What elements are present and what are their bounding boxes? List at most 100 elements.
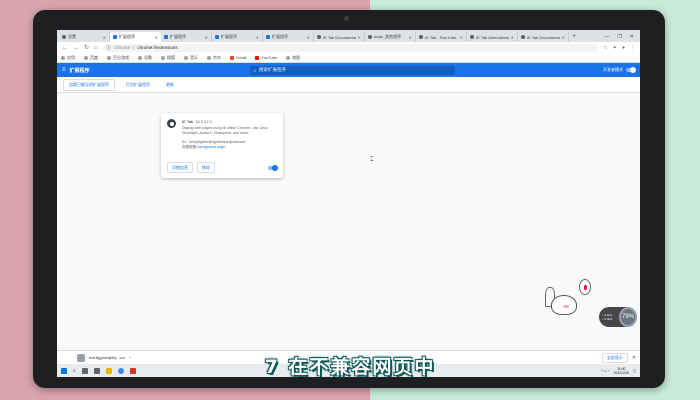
close-icon[interactable]: ✕ xyxy=(205,35,208,40)
bookmark-music[interactable]: 音乐 xyxy=(184,55,198,61)
bookmark-youtube[interactable]: YouTube xyxy=(255,55,277,60)
extensions-puzzle-icon[interactable]: ✦ xyxy=(613,45,617,51)
tab-ietab-run[interactable]: IE Tab - Run Inter... ✕ xyxy=(416,32,467,42)
bookmark-icon xyxy=(84,55,88,60)
bookmark-sohu[interactable]: 搜狐 xyxy=(161,55,175,61)
network-speed-widget: ↑ 0.1k/s ↓ 0.4k/s 79% xyxy=(599,307,637,327)
browser-toolbar: ← → ↻ ⌂ ⓘ Chrome | chrome://extensions ☆… xyxy=(57,42,640,53)
toolbar-icons: ☆ ✦ ● ⋮ xyxy=(603,45,635,51)
speed-readout: ↑ 0.1k/s ↓ 0.4k/s xyxy=(602,313,612,321)
tablet-device: 设置 ✕ 扩展程序 ✕ 扩展程序 ✕ 扩展程序 ✕ 扩展程序 ✕ IE Tab Docum… xyxy=(33,10,665,388)
remove-button[interactable]: 移除 xyxy=(197,162,215,173)
extension-enable-toggle[interactable] xyxy=(268,164,278,171)
address-separator: | xyxy=(133,45,135,50)
tab-strip: 设置 ✕ 扩展程序 ✕ 扩展程序 ✕ 扩展程序 ✕ 扩展程序 ✕ IE Tab Docum… xyxy=(57,30,640,42)
mascot-sticker xyxy=(537,279,597,321)
new-tab-button[interactable]: + xyxy=(569,32,579,42)
site-icon xyxy=(419,35,423,39)
site-icon xyxy=(521,35,525,39)
tab-ietab-docs-2[interactable]: IE Tab Documentati...✕ xyxy=(518,32,569,42)
address-url: chrome://extensions xyxy=(137,45,178,50)
pack-extension-button[interactable]: 打包扩展程序 xyxy=(121,79,155,90)
maximize-button[interactable]: ❐ xyxy=(617,34,621,40)
forward-icon[interactable]: → xyxy=(73,45,79,51)
chrome-info-icon: ⓘ xyxy=(106,44,112,50)
extension-description: Display web pages using IE within Chrome… xyxy=(182,126,269,135)
tab-ietab-alternatives[interactable]: IE Tab Alternatives ✕ xyxy=(467,32,518,42)
bookmark-games[interactable]: 百分游戏 xyxy=(107,55,129,61)
more-menu-icon[interactable]: ⋮ xyxy=(630,45,635,51)
close-icon[interactable]: ✕ xyxy=(256,35,259,40)
bookmark-icon xyxy=(161,55,165,60)
card-footer: 详细信息 移除 xyxy=(167,162,278,173)
maps-icon xyxy=(286,55,291,60)
memory-percent: 79% xyxy=(619,307,637,327)
camera-dot xyxy=(344,16,349,21)
search-placeholder: 搜索扩展程序 xyxy=(259,67,287,72)
gear-icon xyxy=(62,35,66,39)
search-icon: ⌕ xyxy=(253,67,257,73)
close-icon[interactable]: ✕ xyxy=(307,35,310,40)
bookmark-icon xyxy=(138,55,142,60)
extension-version: 16.3.22.1 xyxy=(195,119,212,124)
card-header: IE Tab 16.3.22.1 Display web pages using … xyxy=(167,119,277,136)
bookmark-apps[interactable]: 应用 xyxy=(61,55,75,61)
close-icon[interactable]: ✕ xyxy=(358,35,361,40)
close-icon[interactable]: ✕ xyxy=(103,35,106,40)
profile-icon[interactable]: ● xyxy=(622,45,625,51)
ie-tab-icon xyxy=(167,119,176,128)
bookmark-google[interactable]: 谷歌 xyxy=(138,55,152,61)
tab-extensions-3[interactable]: 扩展程序 ✕ xyxy=(212,32,263,42)
address-bar[interactable]: ⓘ Chrome | chrome://extensions xyxy=(102,43,599,52)
close-icon[interactable]: ✕ xyxy=(409,35,412,40)
mouse-cursor-icon: ⌶ xyxy=(370,157,374,163)
window-controls: — ❐ ✕ xyxy=(598,34,640,42)
tab-extensions[interactable]: 扩展程序 ✕ xyxy=(110,32,161,42)
minimize-button[interactable]: — xyxy=(604,34,609,40)
bookmark-icon xyxy=(207,55,211,60)
apps-icon xyxy=(61,55,65,60)
puzzle-icon xyxy=(164,35,168,39)
bookmark-gmail[interactable]: Gmail xyxy=(230,55,246,60)
puzzle-icon xyxy=(215,35,219,39)
back-icon[interactable]: ← xyxy=(62,45,68,51)
load-unpacked-button[interactable]: 加载已解压的扩展程序 xyxy=(63,78,115,91)
close-icon[interactable]: ✕ xyxy=(460,35,463,40)
details-button[interactable]: 详细信息 xyxy=(167,162,193,173)
bookmark-jd[interactable]: 京东 xyxy=(207,55,221,61)
extensions-list: IE Tab 16.3.22.1 Display web pages using … xyxy=(57,93,640,361)
bookmark-baidu[interactable]: 百度 xyxy=(84,55,98,61)
site-icon xyxy=(317,35,321,39)
download-speed: ↓ 0.4k/s xyxy=(602,317,613,321)
update-button[interactable]: 更新 xyxy=(161,79,179,90)
bookmark-maps[interactable]: 地图 xyxy=(286,55,300,61)
page-title: 扩展程序 xyxy=(69,67,90,74)
close-icon[interactable]: ✕ xyxy=(155,35,158,40)
puzzle-icon xyxy=(113,35,117,39)
tab-extensions-4[interactable]: 扩展程序 ✕ xyxy=(263,32,314,42)
address-scheme: Chrome xyxy=(114,45,131,50)
mascot-blush xyxy=(563,305,569,308)
extensions-header: ≡ 扩展程序 ⌕ 搜索扩展程序 开发者模式 xyxy=(57,63,640,77)
background-page-link[interactable]: background page xyxy=(197,145,225,149)
tab-ietab-docs[interactable]: IE Tab Documentati...✕ xyxy=(314,32,365,42)
bookmark-icon xyxy=(107,55,111,60)
close-window-button[interactable]: ✕ xyxy=(630,34,634,40)
hamburger-menu-icon[interactable]: ≡ xyxy=(62,67,66,73)
bookmarks-bar: 应用 百度 百分游戏 谷歌 搜狐 音乐 京东 Gmail YouTube 地图 xyxy=(57,53,640,63)
home-icon[interactable]: ⌂ xyxy=(94,45,98,51)
close-icon[interactable]: ✕ xyxy=(562,35,565,40)
extension-meta: ID：hehijbfgiekmjfkfjpbkbammjbdenadd 查看视图… xyxy=(182,140,277,150)
tab-extensions-2[interactable]: 扩展程序 ✕ xyxy=(161,32,212,42)
gmail-icon xyxy=(230,55,234,60)
search-input[interactable]: ⌕ 搜索扩展程序 xyxy=(249,65,455,75)
close-icon[interactable]: ✕ xyxy=(511,35,514,40)
star-icon[interactable]: ☆ xyxy=(603,45,607,51)
tab-settings[interactable]: 设置 ✕ xyxy=(59,32,110,42)
youtube-icon xyxy=(255,55,260,60)
reload-icon[interactable]: ↻ xyxy=(84,44,89,51)
mascot-bubble xyxy=(579,279,591,295)
developer-mode-toggle[interactable] xyxy=(626,67,636,73)
tab-edab[interactable]: edab_其他程序 ✕ xyxy=(365,32,416,42)
site-icon xyxy=(368,35,372,39)
